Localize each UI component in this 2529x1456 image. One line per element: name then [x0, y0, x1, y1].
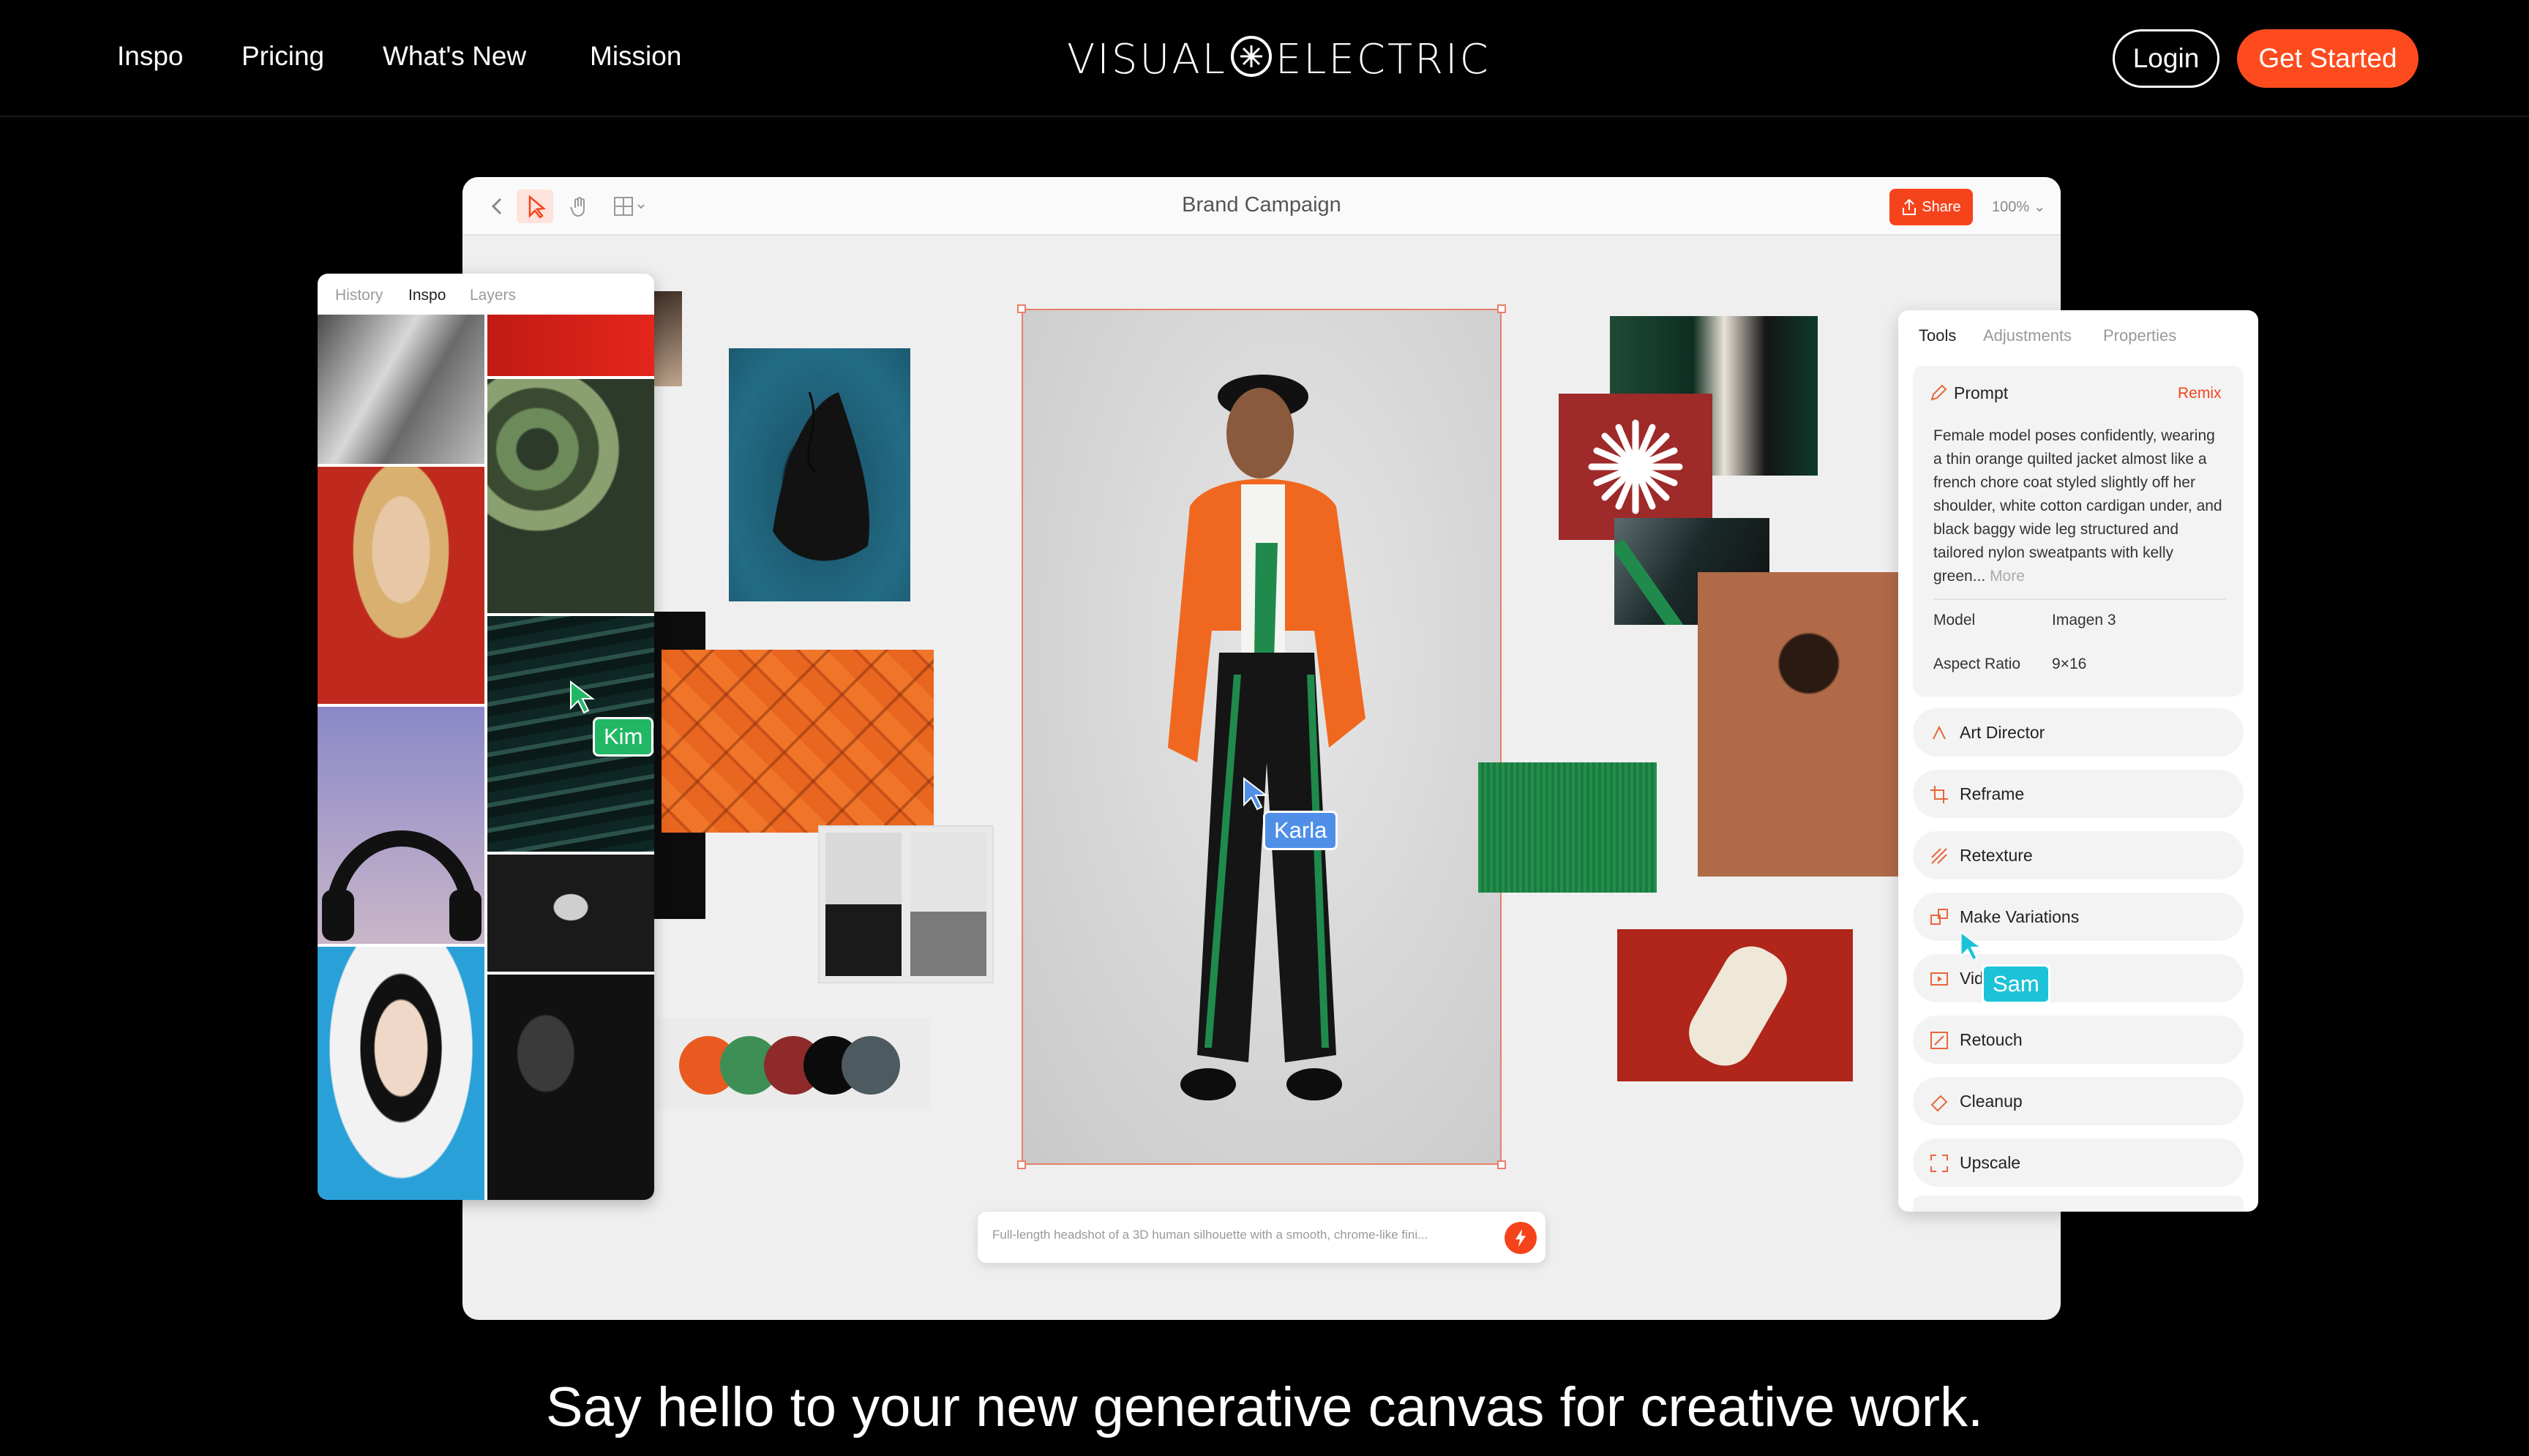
prompt-label: Prompt — [1954, 383, 2009, 402]
cursor-arrow-icon — [570, 680, 595, 714]
resize-handle[interactable] — [1017, 304, 1026, 313]
crop-icon — [1930, 786, 1948, 803]
more-link[interactable]: More — [1990, 568, 2025, 585]
zoom-value: 100% — [1992, 199, 2030, 215]
tool-cleanup[interactable]: Cleanup — [1913, 1077, 2244, 1125]
tab-adjustments[interactable]: Adjustments — [1983, 326, 2072, 345]
tool-art-director[interactable]: Art Director — [1913, 708, 2244, 757]
get-started-button[interactable]: Get Started — [2237, 29, 2419, 88]
canvas-image-red-sock[interactable] — [1617, 929, 1853, 1081]
variations-icon — [1930, 909, 1948, 925]
app-toolbar: Brand Campaign Share 100% ⌄ — [462, 177, 2061, 236]
generate-button[interactable] — [1505, 1222, 1537, 1254]
inspo-image-bubbles[interactable] — [487, 379, 654, 613]
sun-icon — [1230, 35, 1273, 88]
selection-frame — [1022, 309, 1502, 1165]
aspect-ratio-value[interactable]: 9×16 — [2052, 656, 2086, 673]
cursor-arrow-icon — [1960, 931, 1983, 961]
cursor-arrow-icon — [1243, 776, 1268, 811]
prompt-text: Female model poses confidently, wearing … — [1933, 427, 2222, 585]
inspo-image-red-fabric[interactable] — [487, 315, 654, 376]
inspo-image-phone[interactable] — [318, 315, 484, 464]
upscale-icon — [1930, 1155, 1948, 1172]
texture-icon — [1931, 848, 1947, 864]
tool-row-partial — [1913, 1196, 2244, 1212]
logo[interactable]: VISUAL ELECTRIC — [1067, 35, 1491, 88]
tool-retouch[interactable]: Retouch — [1913, 1016, 2244, 1064]
canvas-image-green-knit[interactable] — [1478, 762, 1657, 893]
pencil-icon — [1930, 384, 1947, 401]
tab-inspo[interactable]: Inspo — [408, 287, 446, 304]
inspo-image-red-sweater-woman[interactable] — [318, 467, 484, 704]
color-palette-swatches[interactable] — [657, 1018, 931, 1109]
nav-link-inspo[interactable]: Inspo — [117, 41, 184, 72]
resize-handle[interactable] — [1017, 1160, 1026, 1169]
inspo-image-masked-pair[interactable] — [487, 975, 654, 1200]
resize-handle[interactable] — [1497, 304, 1506, 313]
remix-button[interactable]: Remix — [2178, 385, 2222, 402]
hero-headline: Say hello to your new generative canvas … — [545, 1376, 1984, 1438]
tab-properties[interactable]: Properties — [2103, 326, 2176, 345]
share-label: Share — [1922, 198, 1961, 215]
tab-history[interactable]: History — [335, 287, 383, 304]
prompt-bar-input[interactable]: Full-length headshot of a 3D human silho… — [992, 1228, 1428, 1242]
inspo-image-headphones[interactable] — [318, 707, 484, 944]
tool-upscale[interactable]: Upscale — [1913, 1138, 2244, 1187]
nav-link-whats-new[interactable]: What's New — [383, 41, 526, 72]
divider — [1933, 598, 2226, 600]
cursor-label-sam: Sam — [1982, 964, 2050, 1004]
cursor-label-karla: Karla — [1263, 811, 1338, 850]
document-title[interactable]: Brand Campaign — [462, 193, 2061, 217]
share-button[interactable]: Share — [1889, 189, 1973, 225]
retouch-icon — [1930, 1032, 1948, 1049]
logo-text: VISUAL — [1067, 36, 1227, 83]
tool-retexture[interactable]: Retexture — [1913, 831, 2244, 879]
nav-link-mission[interactable]: Mission — [590, 41, 681, 72]
art-director-icon — [1933, 725, 1946, 740]
eraser-icon — [1930, 1095, 1948, 1112]
prompt-card: Prompt Remix Female model poses confiden… — [1913, 366, 2244, 697]
canvas-image-freckled-face[interactable] — [1698, 572, 1900, 877]
tab-layers[interactable]: Layers — [470, 287, 516, 304]
aspect-ratio-label: Aspect Ratio — [1933, 656, 2021, 672]
swatch-slate[interactable] — [842, 1036, 900, 1095]
resize-handle[interactable] — [1497, 1160, 1506, 1169]
tab-tools[interactable]: Tools — [1919, 326, 1956, 345]
inspo-image-cinema[interactable] — [487, 855, 654, 972]
zoom-select[interactable]: 100% ⌄ — [1992, 198, 2045, 216]
tools-panel: Tools Adjustments Properties Prompt Remi… — [1898, 310, 2258, 1212]
video-icon — [1930, 972, 1948, 986]
share-icon — [1903, 198, 1917, 215]
canvas-image-shirt-grid[interactable] — [818, 825, 994, 983]
canvas-image-orange-quilt[interactable] — [662, 650, 934, 833]
login-button[interactable]: Login — [2113, 29, 2219, 88]
prompt-bar[interactable]: Full-length headshot of a 3D human silho… — [978, 1212, 1546, 1263]
canvas-image-black-shoe[interactable] — [729, 348, 910, 601]
model-label: Model — [1933, 612, 1976, 628]
app-window: Brand Campaign Share 100% ⌄ Full-length … — [462, 177, 2061, 1320]
cursor-label-kim: Kim — [593, 717, 654, 757]
inspo-image-blue-portrait[interactable] — [318, 947, 484, 1200]
model-value[interactable]: Imagen 3 — [2052, 612, 2116, 629]
tool-reframe[interactable]: Reframe — [1913, 770, 2244, 818]
lightning-icon — [1515, 1229, 1526, 1247]
top-nav: Inspo Pricing What's New Mission VISUAL E… — [0, 0, 2529, 117]
nav-link-pricing[interactable]: Pricing — [241, 41, 324, 72]
